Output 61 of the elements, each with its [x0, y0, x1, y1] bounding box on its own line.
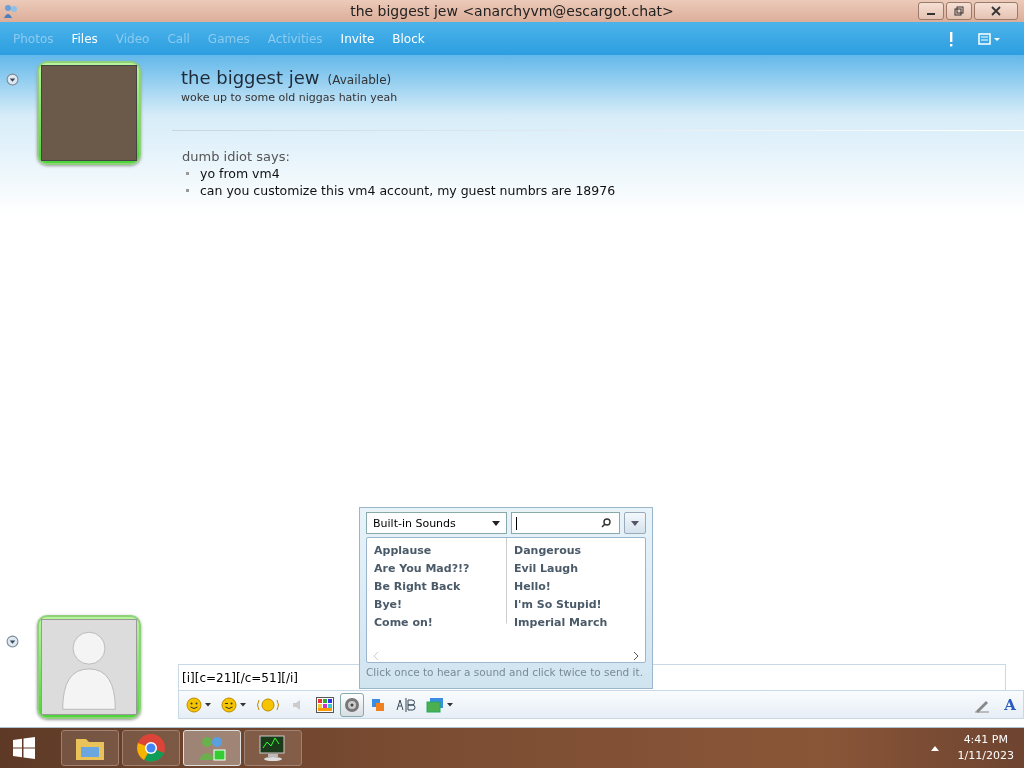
font-button[interactable]: A [1004, 695, 1016, 714]
window-title: the biggest jew <anarchyvm@escargot.chat> [350, 3, 674, 19]
monitor-icon [258, 734, 288, 762]
sound-item[interactable]: Evil Laugh [507, 559, 647, 577]
close-button[interactable] [974, 2, 1018, 20]
sound-icon [344, 696, 360, 713]
alert-icon[interactable] [948, 30, 954, 47]
sound-item[interactable]: I'm So Stupid! [507, 595, 647, 613]
messenger-icon [3, 3, 19, 19]
sound-item[interactable]: Come on! [367, 613, 507, 631]
dropdown-button[interactable] [624, 512, 646, 534]
background-icon [426, 696, 444, 713]
translate-icon [396, 696, 416, 713]
search-field[interactable] [510, 512, 621, 534]
caret-icon [631, 520, 640, 526]
expand-icon[interactable] [6, 73, 19, 86]
caret-icon [491, 520, 500, 526]
wink-icon [221, 696, 237, 713]
sound-button[interactable] [340, 692, 364, 717]
category-dropdown[interactable]: Built-in Sounds [366, 512, 507, 534]
monitor-taskbar-button[interactable] [244, 730, 302, 766]
sound-item[interactable]: Applause [367, 541, 507, 559]
caret-icon [205, 702, 211, 707]
clock-date: 1/11/2023 [957, 748, 1014, 764]
people-icon [197, 734, 227, 762]
bullet-icon [186, 189, 189, 192]
tray-arrow-icon[interactable] [930, 745, 939, 751]
caret-icon [240, 702, 246, 707]
folder-taskbar-button[interactable] [61, 730, 119, 766]
squares-icon [370, 696, 386, 713]
smiley-icon [186, 696, 202, 713]
sound-item[interactable]: Imperial March [507, 613, 647, 631]
color-grid-icon [316, 696, 334, 713]
restore-button[interactable] [946, 2, 972, 20]
clock-time: 4:41 PM [963, 732, 1008, 748]
sound-item[interactable]: Dangerous [507, 541, 647, 559]
scroll-right-icon[interactable] [633, 651, 639, 661]
menu-icon[interactable] [978, 31, 1002, 46]
chat-message: can you customize this vm4 account, my guest numbrs are 18976 [200, 183, 616, 198]
search-icon [601, 518, 612, 528]
caret-icon [447, 702, 453, 707]
sound-item[interactable]: Are You Mad?!? [367, 559, 507, 577]
minimize-button[interactable] [918, 2, 944, 20]
start-button[interactable] [12, 736, 36, 760]
contact-name: the biggest jew [181, 67, 320, 88]
minimize-icon [927, 13, 935, 15]
chat-message: yo from vm4 [200, 166, 280, 181]
nudge-icon [256, 696, 280, 713]
sender-label: dumb idiot says: [181, 149, 291, 164]
browser-taskbar-button[interactable] [122, 730, 180, 766]
hint-text: Click once to hear a sound and click twice to send it. [366, 666, 644, 678]
restore-icon [954, 6, 964, 16]
browser-icon [136, 733, 166, 763]
bullet-icon [186, 172, 189, 175]
sound-item[interactable]: Hello! [507, 577, 647, 595]
sound-item[interactable]: Bye! [367, 595, 507, 613]
sound-item[interactable]: Be Right Back [367, 577, 507, 595]
contact-status: (Available) [327, 73, 392, 87]
personal-message: woke up to some old niggas hatin yeah [180, 91, 399, 104]
expand-icon[interactable] [6, 635, 19, 648]
close-icon [991, 6, 1001, 16]
